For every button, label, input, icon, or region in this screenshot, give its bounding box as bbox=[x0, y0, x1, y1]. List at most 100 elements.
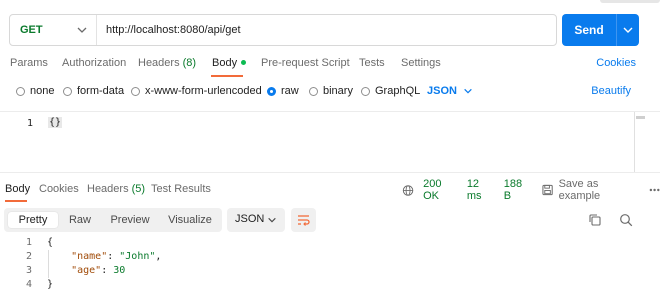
code-text: "age": 30 bbox=[71, 265, 126, 276]
radio-binary-label: binary bbox=[323, 85, 353, 97]
open-brace: { bbox=[47, 237, 54, 248]
request-body-editor[interactable]: 1 {} bbox=[0, 111, 660, 173]
body-indicator-dot bbox=[241, 59, 247, 65]
raw-format-select[interactable]: JSON bbox=[427, 85, 473, 97]
json-number-value: 30 bbox=[113, 265, 126, 276]
top-toolbar-edge bbox=[600, 0, 660, 3]
active-tab-underline bbox=[211, 75, 243, 77]
copy-icon[interactable] bbox=[588, 213, 602, 227]
radio-none[interactable]: none bbox=[16, 85, 54, 97]
json-string-value: "John" bbox=[119, 251, 156, 262]
close-brace: } bbox=[47, 279, 54, 290]
active-response-tab-underline bbox=[5, 200, 27, 202]
url-input[interactable]: http://localhost:8080/api/get bbox=[106, 15, 241, 45]
view-preview[interactable]: Preview bbox=[104, 212, 156, 228]
response-tabs: Body Cookies Headers (5) Test Results bbox=[5, 183, 225, 197]
response-body-viewer[interactable]: 1 { 2 "name": "John", 3 "age": 30 4 } bbox=[0, 236, 660, 307]
url-bar: GET http://localhost:8080/api/get bbox=[9, 14, 557, 46]
view-visualize[interactable]: Visualize bbox=[162, 212, 218, 228]
radio-circle bbox=[361, 86, 370, 96]
radio-circle bbox=[309, 86, 318, 96]
body-type-radios: none form-data x-www-form-urlencoded raw… bbox=[16, 85, 496, 99]
save-as-example-label: Save as example bbox=[558, 178, 601, 202]
response-headers-count: (5) bbox=[131, 183, 146, 195]
tab-tests[interactable]: Tests bbox=[359, 57, 385, 69]
editor-scroll-track bbox=[634, 112, 635, 172]
radio-raw-label: raw bbox=[281, 85, 299, 97]
chevron-down-icon bbox=[464, 88, 472, 94]
code-text: } bbox=[47, 279, 53, 290]
response-format-label: JSON bbox=[235, 213, 265, 225]
tab-body-label: Body bbox=[212, 57, 238, 69]
status-code[interactable]: 200 OK bbox=[423, 178, 458, 202]
code-line: 2 "name": "John", bbox=[0, 251, 660, 265]
send-button[interactable]: Send bbox=[562, 14, 639, 46]
send-divider bbox=[616, 14, 617, 46]
radio-circle bbox=[63, 86, 72, 96]
send-button-label: Send bbox=[574, 23, 604, 37]
radio-urlencoded[interactable]: x-www-form-urlencoded bbox=[131, 85, 262, 97]
save-icon bbox=[542, 184, 554, 196]
code-line: {} bbox=[48, 117, 63, 128]
json-key: "name" bbox=[71, 251, 108, 262]
response-format-select[interactable]: JSON bbox=[227, 208, 285, 232]
radio-circle-selected bbox=[267, 86, 276, 96]
view-raw[interactable]: Raw bbox=[60, 212, 100, 228]
headers-count: (8) bbox=[182, 57, 197, 69]
radio-urlencoded-label: x-www-form-urlencoded bbox=[145, 85, 262, 97]
search-icon[interactable] bbox=[619, 213, 633, 227]
code-text: { bbox=[47, 237, 53, 248]
radio-raw[interactable]: raw bbox=[267, 85, 299, 97]
response-time[interactable]: 12 ms bbox=[467, 178, 495, 202]
code-line: 4 } bbox=[0, 279, 660, 293]
line-number: 1 bbox=[25, 237, 32, 248]
view-mode-segment: Pretty Raw Preview Visualize bbox=[4, 208, 222, 232]
radio-circle bbox=[131, 86, 140, 96]
response-tab-cookies[interactable]: Cookies bbox=[39, 183, 79, 195]
radio-form-data-label: form-data bbox=[77, 85, 125, 97]
tab-settings[interactable]: Settings bbox=[401, 57, 441, 69]
tab-pre-request-script[interactable]: Pre-request Script bbox=[261, 57, 350, 69]
beautify-link[interactable]: Beautify bbox=[591, 85, 631, 97]
method-label: GET bbox=[20, 24, 43, 36]
cookies-link[interactable]: Cookies bbox=[596, 57, 636, 69]
line-number: 1 bbox=[27, 118, 34, 129]
line-number: 3 bbox=[25, 265, 32, 276]
wrap-lines-button[interactable] bbox=[291, 208, 316, 232]
tab-body[interactable]: Body bbox=[212, 57, 247, 69]
response-tab-body[interactable]: Body bbox=[5, 183, 30, 195]
radio-binary[interactable]: binary bbox=[309, 85, 353, 97]
more-horizontal-icon[interactable] bbox=[649, 188, 660, 192]
tab-headers-label: Headers bbox=[138, 57, 180, 69]
tab-headers[interactable]: Headers (8) bbox=[138, 57, 196, 69]
tab-authorization[interactable]: Authorization bbox=[62, 57, 126, 69]
code-line: 3 "age": 30 bbox=[0, 265, 660, 279]
radio-circle bbox=[16, 86, 25, 96]
wrap-lines-icon bbox=[298, 215, 310, 226]
tab-params[interactable]: Params bbox=[10, 57, 48, 69]
response-tab-headers[interactable]: Headers (5) bbox=[87, 183, 145, 195]
globe-icon[interactable] bbox=[402, 184, 414, 197]
line-number: 4 bbox=[25, 279, 32, 290]
json-key: "age" bbox=[71, 265, 102, 276]
chevron-down-icon[interactable] bbox=[622, 24, 634, 36]
response-size[interactable]: 188 B bbox=[504, 178, 531, 202]
view-pretty[interactable]: Pretty bbox=[8, 212, 58, 228]
chevron-down-icon bbox=[268, 217, 276, 223]
radio-form-data[interactable]: form-data bbox=[63, 85, 124, 97]
response-tab-test-results[interactable]: Test Results bbox=[151, 183, 211, 195]
save-as-example-button[interactable]: Save as example bbox=[542, 178, 636, 202]
method-select[interactable]: GET bbox=[10, 15, 97, 45]
raw-format-label: JSON bbox=[427, 85, 457, 97]
editor-scrollbar[interactable] bbox=[636, 116, 645, 119]
request-tabs: Params Authorization Headers (8) Body Pr… bbox=[10, 57, 450, 71]
radio-graphql-label: GraphQL bbox=[375, 85, 421, 97]
line-number: 2 bbox=[25, 251, 32, 262]
radio-graphql[interactable]: GraphQL bbox=[361, 85, 420, 97]
code-line: 1 { bbox=[0, 237, 660, 251]
response-status-bar: 200 OK 12 ms 188 B Save as example bbox=[402, 178, 660, 202]
radio-none-label: none bbox=[30, 85, 55, 97]
chevron-down-icon bbox=[77, 27, 87, 33]
response-tab-headers-label: Headers bbox=[87, 183, 129, 195]
code-text: "name": "John", bbox=[71, 251, 162, 262]
